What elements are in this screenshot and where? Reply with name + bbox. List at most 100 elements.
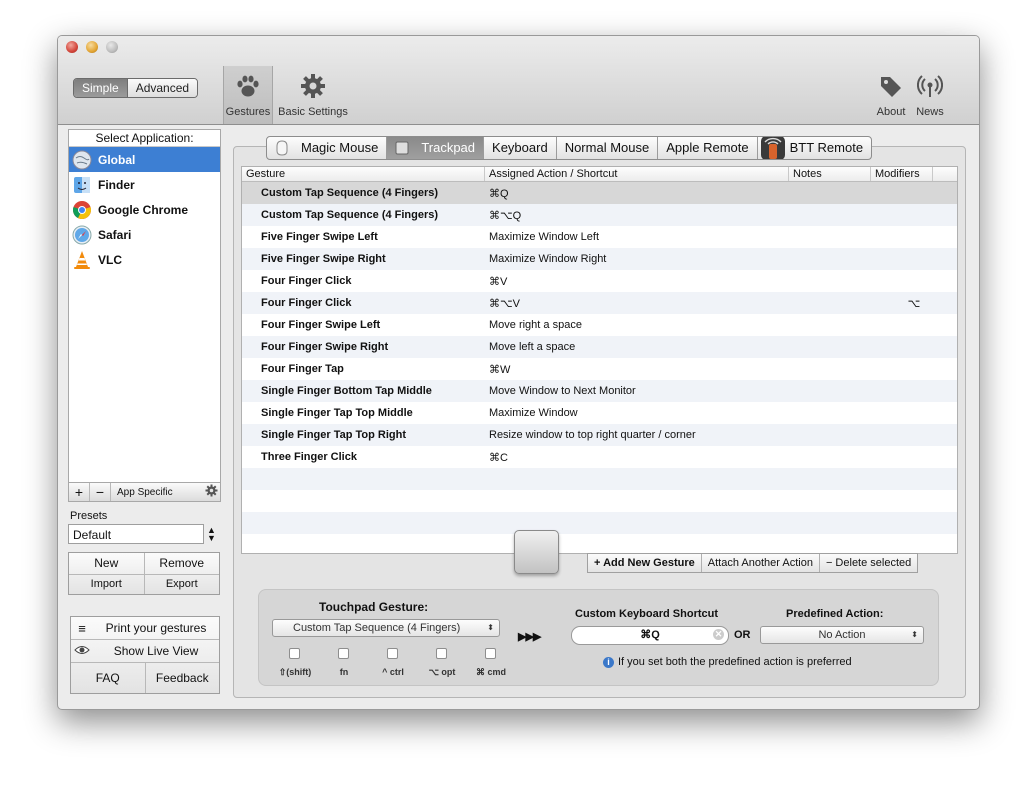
modifier-checkbox[interactable] <box>289 648 300 659</box>
delete-selected-button[interactable]: − Delete selected <box>820 554 917 572</box>
close-window-button[interactable] <box>66 41 78 53</box>
action-cell: Maximize Window <box>489 407 578 419</box>
app-item-vlc[interactable]: VLC <box>69 247 220 272</box>
chrome-icon <box>73 200 91 219</box>
info-text: If you set both the predefined action is… <box>618 656 852 668</box>
or-label: OR <box>734 629 751 641</box>
faq-button[interactable]: FAQ <box>71 663 146 693</box>
column-header-gesture[interactable]: Gesture <box>242 167 485 181</box>
table-row[interactable]: Five Finger Swipe Left Maximize Window Le… <box>242 226 957 248</box>
remove-preset-button[interactable]: Remove <box>145 553 220 574</box>
toolbar-news-label: News <box>916 106 944 118</box>
bottom-left-buttons: ≡ Print your gestures Show Live View FAQ… <box>70 616 220 694</box>
toolbar-about-button[interactable]: About <box>872 66 910 118</box>
action-cell: ⌘Q <box>489 187 509 200</box>
predefined-action-select[interactable]: No Action ⬍ <box>760 626 924 644</box>
show-live-view-button[interactable]: Show Live View <box>71 640 219 663</box>
app-item-finder[interactable]: Finder <box>69 172 220 197</box>
print-gestures-button[interactable]: ≡ Print your gestures <box>71 617 219 640</box>
preset-select[interactable]: Default <box>68 524 204 544</box>
add-new-gesture-button[interactable]: + Add New Gesture <box>588 554 702 572</box>
column-header-modifiers[interactable]: Modifiers <box>871 167 933 181</box>
magic-mouse-icon <box>276 140 288 156</box>
modifier-label: ⌘ cmd <box>475 667 506 677</box>
tab-apple-remote[interactable]: Apple Remote <box>658 137 758 159</box>
tab-magic-mouse[interactable]: Magic Mouse <box>267 137 388 159</box>
trackpad-preview-button[interactable] <box>514 530 559 574</box>
table-action-buttons: + Add New Gesture Attach Another Action … <box>587 553 919 573</box>
toolbar-news-button[interactable]: News <box>912 66 948 118</box>
app-item-safari[interactable]: Safari <box>69 222 220 247</box>
keyboard-shortcut-field[interactable]: ⌘Q ✕ <box>571 626 729 645</box>
table-row[interactable]: Single Finger Bottom Tap Middle Move Wind… <box>242 380 957 402</box>
app-item-label: Google Chrome <box>98 202 189 217</box>
modifier-checkbox[interactable] <box>485 648 496 659</box>
preset-stepper-icon[interactable]: ▲ ▼ <box>207 526 216 543</box>
minimize-window-button[interactable] <box>86 41 98 53</box>
table-row[interactable]: Custom Tap Sequence (4 Fingers) ⌘⌥Q <box>242 204 957 226</box>
mode-advanced-button[interactable]: Advanced <box>126 79 198 97</box>
touchpad-gesture-title: Touchpad Gesture: <box>319 600 429 614</box>
import-preset-button[interactable]: Import <box>69 574 145 594</box>
add-app-button[interactable]: + <box>69 483 90 501</box>
app-item-label: Safari <box>98 227 132 242</box>
modifier-checkbox[interactable] <box>338 648 349 659</box>
table-row[interactable]: Four Finger Click ⌘V <box>242 270 957 292</box>
table-row[interactable]: Three Finger Click ⌘C <box>242 446 957 468</box>
clear-field-icon[interactable]: ✕ <box>713 629 724 640</box>
app-settings-gear-icon[interactable] <box>202 484 220 500</box>
modifier-label: ⌥ opt <box>428 667 456 677</box>
app-item-google-chrome[interactable]: Google Chrome <box>69 197 220 222</box>
gesture-cell: Four Finger Click <box>261 297 352 309</box>
attach-another-action-button[interactable]: Attach Another Action <box>702 554 820 572</box>
gesture-cell: Four Finger Swipe Left <box>261 319 381 331</box>
tab-label: Trackpad <box>421 140 476 155</box>
column-header-notes[interactable]: Notes <box>789 167 871 181</box>
table-row[interactable]: Four Finger Swipe Right Move left a space <box>242 336 957 358</box>
table-row[interactable]: Custom Tap Sequence (4 Fingers) ⌘Q <box>242 182 957 204</box>
export-preset-button[interactable]: Export <box>144 574 219 594</box>
table-row[interactable]: Five Finger Swipe Right Maximize Window R… <box>242 248 957 270</box>
safari-icon <box>72 225 92 244</box>
tab-btt-remote[interactable]: BTT Remote <box>758 137 871 159</box>
modifier-checkbox[interactable] <box>387 648 398 659</box>
toolbar-basic-settings-button[interactable]: Basic Settings <box>276 66 350 118</box>
empty-row <box>242 468 957 490</box>
empty-row <box>242 534 957 553</box>
mode-simple-button[interactable]: Simple <box>74 79 127 97</box>
toolbar-gestures-button[interactable]: Gestures <box>223 66 273 124</box>
gesture-cell: Four Finger Tap <box>261 363 344 375</box>
toolbar-basic-settings-label: Basic Settings <box>278 106 348 118</box>
table-row[interactable]: Four Finger Tap ⌘W <box>242 358 957 380</box>
app-item-global[interactable]: Global <box>69 147 220 172</box>
tab-label: BTT Remote <box>789 140 864 155</box>
tab-keyboard[interactable]: Keyboard <box>484 137 557 159</box>
column-header-action[interactable]: Assigned Action / Shortcut <box>485 167 789 181</box>
tab-trackpad[interactable]: Trackpad <box>387 137 485 159</box>
table-row[interactable]: Single Finger Tap Top Middle Maximize Win… <box>242 402 957 424</box>
table-row[interactable]: Four Finger Click ⌘⌥V ⌥ <box>242 292 957 314</box>
touchpad-gesture-value: Custom Tap Sequence (4 Fingers) <box>293 622 461 634</box>
select-arrows-icon: ⬍ <box>487 623 494 632</box>
new-preset-button[interactable]: New <box>69 553 145 574</box>
table-row[interactable]: Four Finger Swipe Left Move right a space <box>242 314 957 336</box>
action-cell: Resize window to top right quarter / cor… <box>489 429 696 441</box>
gesture-cell: Custom Tap Sequence (4 Fingers) <box>261 209 439 221</box>
vlc-icon <box>74 250 90 269</box>
zoom-window-button[interactable] <box>106 41 118 53</box>
action-cell: Maximize Window Right <box>489 253 607 265</box>
gesture-cell: Single Finger Tap Top Middle <box>261 407 413 419</box>
btt-remote-icon <box>760 137 785 159</box>
info-message: i If you set both the predefined action … <box>603 656 852 668</box>
gesture-cell: Single Finger Tap Top Right <box>261 429 407 441</box>
touchpad-gesture-select[interactable]: Custom Tap Sequence (4 Fingers) ⬍ <box>272 619 500 637</box>
feedback-button[interactable]: Feedback <box>146 663 220 693</box>
gear-icon <box>276 66 350 106</box>
paw-icon <box>224 66 272 106</box>
trackpad-icon <box>395 141 409 155</box>
list-icon: ≡ <box>78 620 86 636</box>
table-row[interactable]: Single Finger Tap Top Right Resize window… <box>242 424 957 446</box>
modifier-checkbox[interactable] <box>436 648 447 659</box>
tab-normal-mouse[interactable]: Normal Mouse <box>557 137 659 159</box>
remove-app-button[interactable]: − <box>90 483 111 501</box>
